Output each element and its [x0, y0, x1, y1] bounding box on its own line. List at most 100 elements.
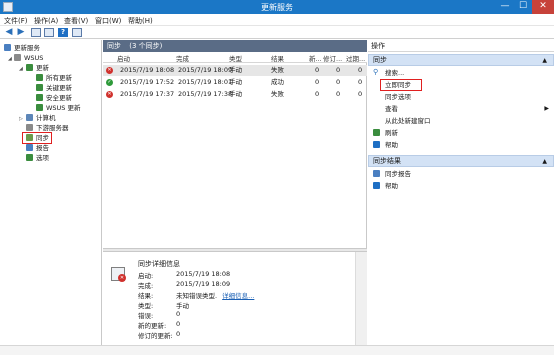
- updates-icon: [26, 64, 33, 71]
- column-result[interactable]: 结果: [271, 53, 284, 63]
- tree-root-label: 更新服务: [14, 44, 40, 52]
- actions-section-sync-results[interactable]: 同步结果 ▲: [368, 155, 554, 167]
- forward-arrow-icon[interactable]: ▶: [16, 28, 26, 37]
- details-title: 同步详细信息: [138, 260, 180, 268]
- up-folder-icon[interactable]: [31, 28, 41, 37]
- maximize-button[interactable]: ☐: [514, 0, 532, 14]
- details-link[interactable]: 详细信息...: [222, 292, 254, 300]
- details-label: 完成:: [138, 282, 154, 290]
- sync-count: (3 个同步): [129, 42, 163, 50]
- table-row[interactable]: ✕ 2015/7/19 17:37 2015/7/19 17:38 手动 失败 …: [103, 89, 367, 100]
- collapse-triangle-icon: ▲: [542, 57, 547, 64]
- submenu-arrow-icon: ▶: [544, 105, 549, 112]
- tree-item-reports[interactable]: 报告: [26, 143, 49, 153]
- action-pane-icon[interactable]: [72, 28, 82, 37]
- action-help[interactable]: 帮助: [373, 140, 398, 150]
- tree-item-security-updates[interactable]: 安全更新: [36, 93, 72, 103]
- table-row[interactable]: ✕ 2015/7/19 18:08 2015/7/19 18:09 手动 失败 …: [103, 65, 367, 76]
- update-view-icon: [36, 74, 43, 81]
- details-type-value: 手动: [176, 302, 189, 310]
- downstream-servers-icon: [26, 124, 33, 131]
- column-start[interactable]: 启动: [117, 53, 130, 63]
- details-start-value: 2015/7/19 18:08: [176, 270, 231, 278]
- help-icon: [373, 182, 380, 189]
- reports-icon: [26, 144, 33, 151]
- sync-details-panel: ✕ 同步详细信息 启动: 2015/7/19 18:08 完成: 2015/7/…: [103, 252, 355, 355]
- sync-error-icon: ✕: [111, 267, 126, 282]
- pane-header: 同步 (3 个同步): [103, 40, 367, 52]
- menu-view[interactable]: 查看(V): [64, 16, 88, 26]
- options-icon: [26, 154, 33, 161]
- update-view-icon: [36, 104, 43, 111]
- tree-item-updates[interactable]: 更新: [26, 63, 49, 73]
- menu-file[interactable]: 文件(F): [4, 16, 28, 26]
- show-hide-tree-icon[interactable]: [44, 28, 54, 37]
- details-label: 错误:: [138, 312, 154, 320]
- column-type[interactable]: 类型: [229, 53, 242, 63]
- actions-section-sync[interactable]: 同步 ▲: [368, 54, 554, 66]
- collapse-arrow-icon[interactable]: ◢: [19, 66, 23, 72]
- tree-item-computers[interactable]: 计算机: [26, 113, 56, 123]
- synchronizations-pane: 同步 (3 个同步) 启动 完成 类型 结果 新... 修订... 过期... …: [103, 40, 367, 355]
- report-icon: [373, 170, 380, 177]
- table-row[interactable]: ✓ 2015/7/19 17:52 2015/7/19 18:01 手动 成功 …: [103, 77, 367, 88]
- action-new-window[interactable]: 从此处新建窗口: [373, 116, 431, 126]
- success-icon: ✓: [106, 79, 113, 86]
- details-errors-value: 0: [176, 310, 181, 318]
- action-sync-options[interactable]: 同步选项: [373, 92, 411, 102]
- minimize-button[interactable]: —: [496, 0, 514, 14]
- update-view-icon: [36, 84, 43, 91]
- tree-item-options[interactable]: 选项: [26, 153, 49, 163]
- update-view-icon: [36, 94, 43, 101]
- details-label: 结果:: [138, 292, 154, 300]
- menu-action[interactable]: 操作(A): [34, 16, 58, 26]
- tree-item-wsus-updates[interactable]: WSUS 更新: [36, 103, 81, 113]
- menu-bar: 文件(F) 操作(A) 查看(V) 窗口(W) 帮助(H): [0, 14, 554, 26]
- actions-header: 操作: [368, 40, 554, 52]
- action-sync-report[interactable]: 同步报告: [373, 169, 411, 179]
- details-scrollbar[interactable]: [355, 252, 367, 355]
- navigation-tree: 更新服务 ◢ WSUS ◢ 更新 所有更新 关键更新 安全更新 WSUS 更新 …: [0, 40, 102, 355]
- section-title: 同步: [373, 56, 387, 64]
- help-icon[interactable]: ?: [58, 28, 68, 37]
- collapse-arrow-icon[interactable]: ◢: [8, 56, 12, 62]
- tree-item-all-updates[interactable]: 所有更新: [36, 73, 72, 83]
- details-revised-value: 0: [176, 330, 181, 338]
- tree-item-server[interactable]: WSUS: [14, 53, 43, 63]
- details-new-value: 0: [176, 320, 181, 328]
- status-bar: [0, 345, 554, 355]
- menu-help[interactable]: 帮助(H): [128, 16, 153, 26]
- search-icon: ⚲: [373, 68, 379, 76]
- action-view[interactable]: 查看 ▶: [373, 104, 549, 114]
- close-button[interactable]: ✕: [532, 0, 554, 14]
- back-arrow-icon[interactable]: ◀: [4, 28, 14, 37]
- details-label: 修订的更新:: [138, 332, 173, 340]
- title-bar: 更新服务 — ☐ ✕: [0, 0, 554, 14]
- error-icon: ✕: [106, 67, 113, 74]
- update-services-icon: [4, 44, 11, 51]
- tree-root[interactable]: 更新服务: [4, 43, 40, 53]
- action-search[interactable]: ⚲ 搜索...: [373, 68, 404, 78]
- details-label: 启动:: [138, 272, 154, 280]
- column-expired[interactable]: 过期...: [346, 53, 365, 63]
- actions-pane: 操作 同步 ▲ ⚲ 搜索... 立即同步 同步选项 查看 ▶ 从此处新建窗口 刷…: [368, 40, 554, 355]
- details-finish-value: 2015/7/19 18:09: [176, 280, 231, 288]
- error-icon: ✕: [106, 91, 113, 98]
- expand-arrow-icon[interactable]: ▷: [19, 116, 23, 122]
- help-icon: [373, 141, 380, 148]
- action-help-results[interactable]: 帮助: [373, 181, 398, 191]
- menu-window[interactable]: 窗口(W): [95, 16, 121, 26]
- action-refresh[interactable]: 刷新: [373, 128, 398, 138]
- server-icon: [14, 54, 21, 61]
- result-text: 未知错误类型.: [176, 292, 218, 300]
- toolbar: ◀ ▶ ?: [0, 26, 554, 39]
- sync-now-highlight-box: [380, 79, 422, 91]
- section-title: 同步结果: [373, 157, 401, 165]
- column-new[interactable]: 新...: [309, 53, 322, 63]
- column-revised[interactable]: 修订...: [323, 53, 342, 63]
- tree-item-critical-updates[interactable]: 关键更新: [36, 83, 72, 93]
- column-finish[interactable]: 完成: [176, 53, 189, 63]
- details-result-value: 未知错误类型. 详细信息...: [176, 290, 254, 300]
- refresh-icon: [373, 129, 380, 136]
- details-label: 类型:: [138, 302, 154, 310]
